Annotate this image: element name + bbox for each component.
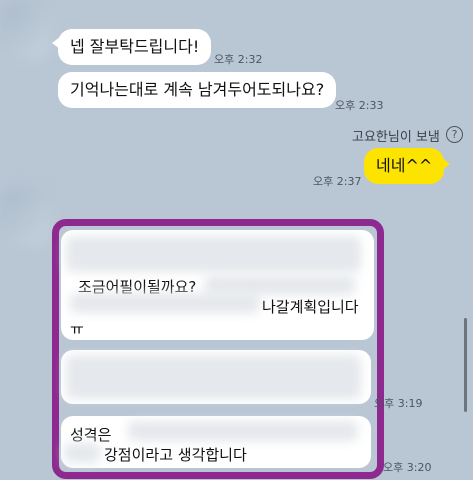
message-text: 성격은 bbox=[70, 426, 112, 444]
message-bubble[interactable]: 기억나는대로 계속 남겨두어도되나요? bbox=[58, 72, 337, 108]
message-time: 오후 2:37 bbox=[313, 175, 362, 188]
help-icon[interactable]: ? bbox=[446, 126, 463, 143]
redacted-text bbox=[205, 275, 355, 295]
message-time: 오후 2:33 bbox=[335, 99, 384, 112]
message-text: ㅠ bbox=[70, 320, 84, 338]
redacted-text bbox=[70, 293, 260, 313]
message-bubble[interactable]: 넵 잘부탁드립니다! bbox=[51, 29, 212, 65]
message-time: 오후 3:19 bbox=[374, 397, 423, 410]
sender-note: 고요한님이 보냄 bbox=[352, 130, 440, 145]
redacted-text bbox=[64, 443, 100, 463]
message-text: 나갈계획입니다 bbox=[262, 298, 359, 316]
avatar[interactable] bbox=[0, 0, 52, 60]
my-message-bubble[interactable]: 네네^^ bbox=[364, 148, 451, 184]
message-text: 강점이라고 생각합니다 bbox=[104, 446, 247, 464]
message-time: 오후 2:32 bbox=[214, 53, 263, 66]
message-text: 네네^^ bbox=[376, 156, 433, 175]
message-time: 오후 3:20 bbox=[383, 461, 432, 474]
redacted-text bbox=[128, 421, 358, 441]
redacted-text bbox=[66, 236, 361, 272]
message-text: 넵 잘부탁드립니다! bbox=[70, 37, 200, 56]
scrollbar[interactable] bbox=[464, 318, 467, 412]
avatar[interactable] bbox=[0, 186, 52, 246]
redacted-text bbox=[66, 355, 361, 399]
message-text: 기억나는대로 계속 남겨두어도되나요? bbox=[70, 80, 325, 99]
